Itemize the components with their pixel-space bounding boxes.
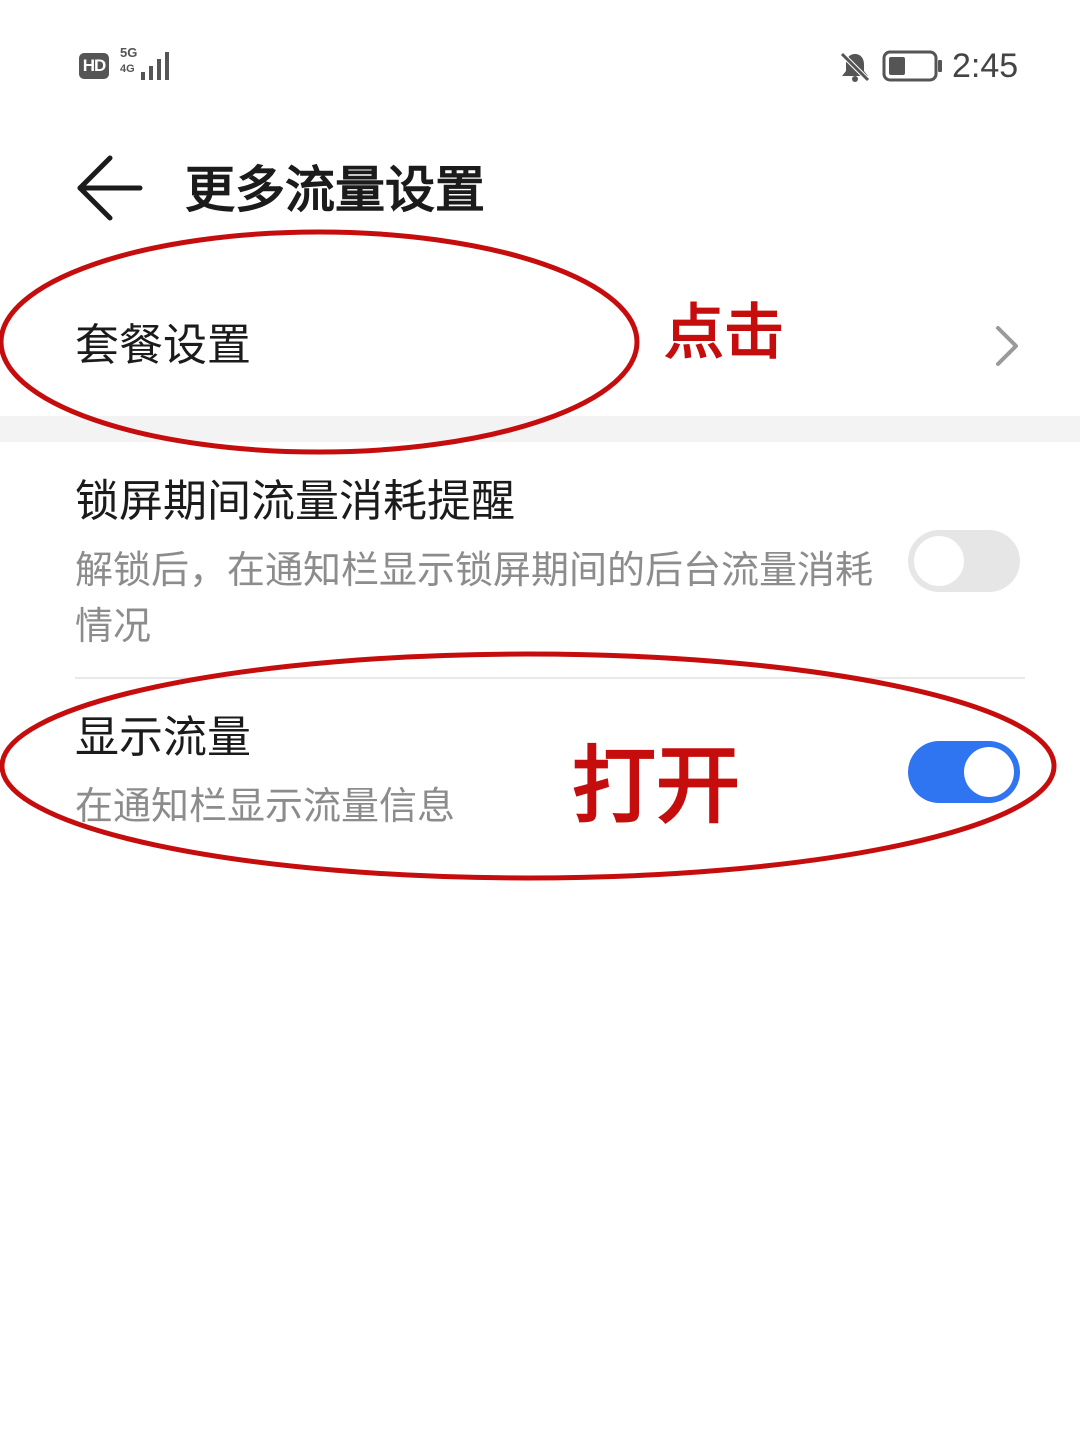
show-traffic-title: 显示流量 [75, 712, 251, 763]
section-divider [0, 416, 1080, 442]
row-divider [75, 677, 1025, 679]
plan-settings-row[interactable]: 套餐设置 [0, 260, 1080, 416]
lock-screen-usage-title: 锁屏期间流量消耗提醒 [75, 476, 515, 527]
network-type: 5G [120, 45, 138, 60]
annotation-click-text: 点击 [664, 298, 784, 368]
network-sub-type: 4G [120, 63, 135, 75]
battery-icon [882, 50, 942, 82]
lock-screen-usage-row: 锁屏期间流量消耗提醒 解锁后，在通知栏显示锁屏期间的后台流量消耗情况 显示流量 … [0, 442, 1080, 828]
lock-screen-usage-toggle[interactable] [908, 530, 1020, 592]
signal-icon [141, 52, 169, 80]
annotation-open-text: 打开 [572, 737, 741, 835]
hd-badge: HD [79, 53, 109, 79]
annotation-ellipse-show-traffic [0, 651, 1057, 881]
chevron-right-icon [996, 326, 1018, 366]
lock-screen-usage-description: 解锁后，在通知栏显示锁屏期间的后台流量消耗情况 [75, 548, 874, 648]
status-time: 2:45 [952, 47, 1019, 85]
toggle-knob [964, 747, 1014, 797]
show-traffic-toggle[interactable] [908, 741, 1020, 803]
toggle-knob [914, 536, 964, 586]
mute-notification-icon [840, 52, 870, 82]
status-bar: HD 5G 4G 2:45 [0, 0, 1080, 130]
arrow-left-icon[interactable] [72, 150, 148, 226]
plan-settings-label: 套餐设置 [75, 320, 251, 371]
page-title: 更多流量设置 [185, 161, 485, 219]
show-traffic-description: 在通知栏显示流量信息 [75, 784, 456, 828]
